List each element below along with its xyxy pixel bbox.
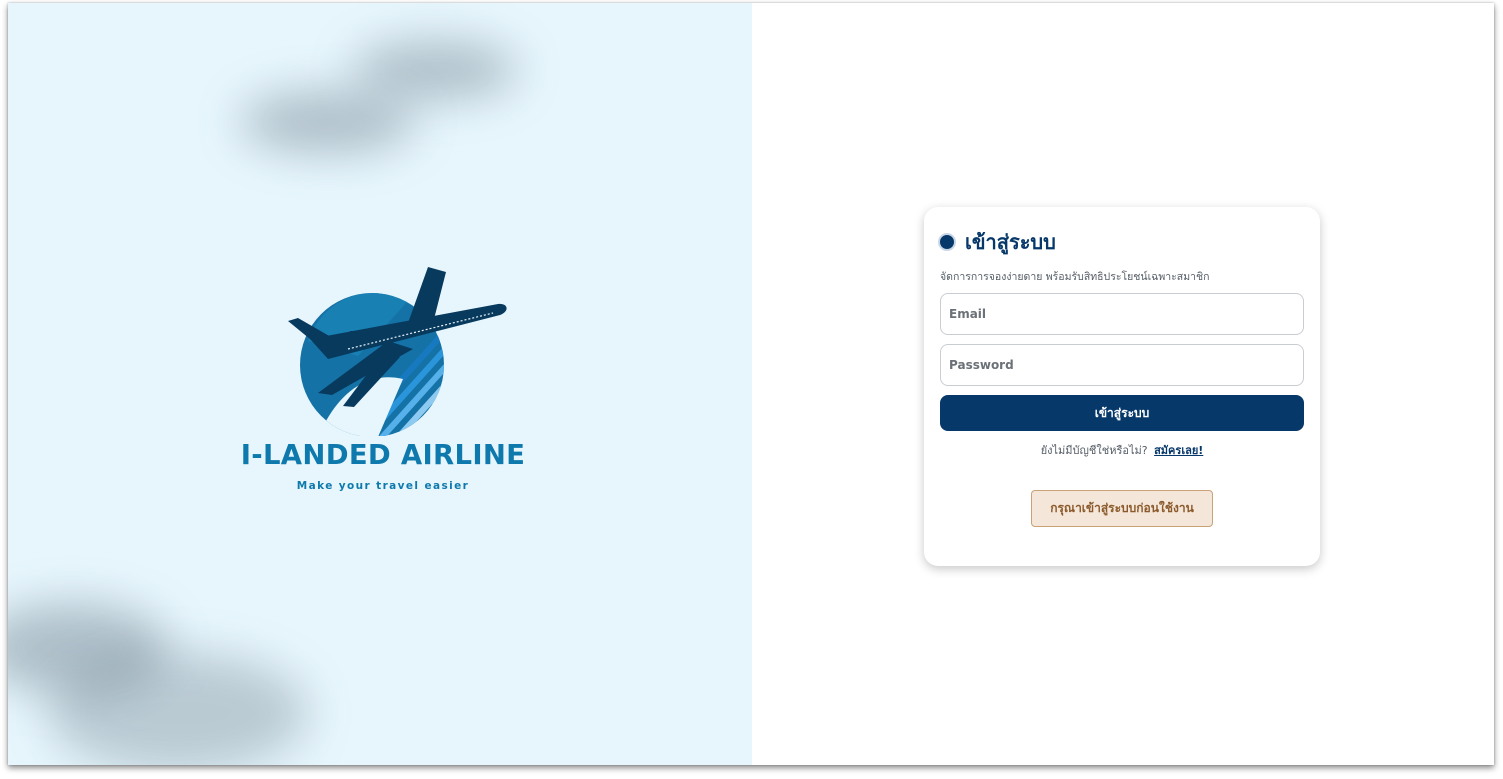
app-window: I-LANDED AIRLINE Make your travel easier… bbox=[8, 3, 1494, 765]
airplane-logo-icon bbox=[288, 267, 507, 436]
brand-tagline: Make your travel easier bbox=[296, 480, 470, 492]
circle-dot-icon bbox=[938, 233, 956, 251]
cloud-decoration bbox=[353, 41, 518, 99]
brand-panel: I-LANDED AIRLINE Make your travel easier bbox=[8, 3, 752, 765]
login-title: เข้าสู่ระบบ bbox=[965, 230, 1056, 254]
cloud-decoration bbox=[240, 91, 415, 153]
login-card: เข้าสู่ระบบ จัดการการจองง่ายดาย พร้อมรับ… bbox=[924, 207, 1320, 566]
login-header: เข้าสู่ระบบ bbox=[938, 227, 1056, 257]
email-input[interactable] bbox=[940, 293, 1304, 335]
signup-link[interactable]: สมัครเลย! bbox=[1154, 444, 1203, 457]
signup-row: ยังไม่มีบัญชีใช่หรือไม่? สมัครเลย! bbox=[940, 441, 1304, 459]
login-required-notice: กรุณาเข้าสู่ระบบก่อนใช้งาน bbox=[1031, 490, 1213, 527]
signup-prompt: ยังไม่มีบัญชีใช่หรือไม่? bbox=[1040, 444, 1148, 457]
cloud-decoration bbox=[48, 653, 308, 765]
brand-name: I-LANDED AIRLINE bbox=[240, 439, 526, 471]
login-subtitle: จัดการการจองง่ายดาย พร้อมรับสิทธิประโยชน… bbox=[940, 271, 1210, 283]
password-input[interactable] bbox=[940, 344, 1304, 386]
login-button[interactable]: เข้าสู่ระบบ bbox=[940, 395, 1304, 431]
brand-logo: I-LANDED AIRLINE Make your travel easier bbox=[230, 261, 536, 501]
